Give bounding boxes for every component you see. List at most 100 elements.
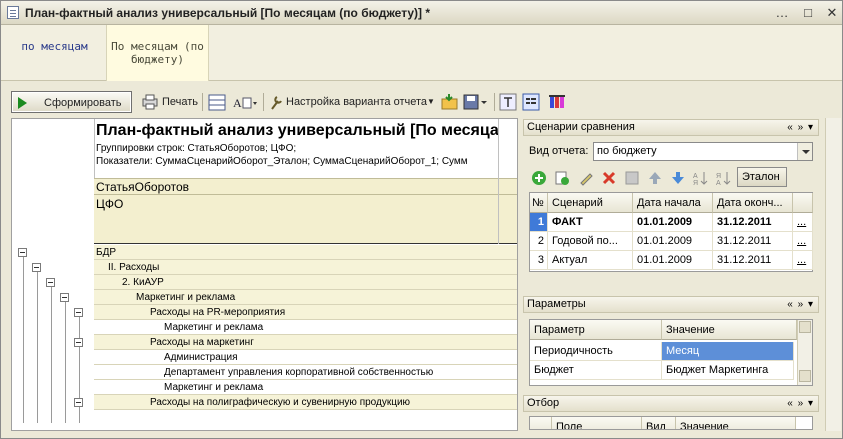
toolbar-separator [263, 93, 264, 111]
collapse-node-icon[interactable] [18, 248, 27, 257]
column-header[interactable]: № [530, 193, 548, 213]
collapse-node-icon[interactable] [74, 308, 83, 317]
param-cell[interactable]: Периодичность [530, 342, 662, 361]
play-icon [18, 97, 27, 109]
delete-icon[interactable] [601, 170, 617, 186]
column-header[interactable]: Поле [552, 417, 642, 429]
start-date-cell[interactable]: 01.01.2009 [633, 232, 713, 251]
table-icon[interactable] [208, 94, 226, 112]
row-number[interactable]: 1 [530, 213, 548, 232]
end-date-cell[interactable]: 31.12.2011 [713, 232, 793, 251]
printer-icon [142, 94, 158, 110]
start-date-cell[interactable]: 01.01.2009 [633, 251, 713, 270]
column-header[interactable]: Значение [662, 320, 797, 340]
maximize-button[interactable]: □ [799, 4, 817, 21]
tree-row[interactable]: БДР [94, 245, 517, 260]
panel-controls[interactable]: « » ▾ [787, 120, 814, 135]
sort-ascending-icon[interactable]: АЯ [693, 170, 709, 186]
column-divider [498, 119, 499, 244]
column-header[interactable]: Вид [642, 417, 676, 429]
column-header[interactable]: Сценарий [548, 193, 633, 213]
collapse-node-icon[interactable] [32, 263, 41, 272]
scroll-down-icon[interactable] [799, 370, 811, 382]
value-cell[interactable]: Бюджет Маркетинга [662, 361, 794, 380]
tree-row[interactable]: Расходы на PR-мероприятия [94, 305, 517, 320]
tree-row[interactable]: 2. КиАУР [94, 275, 517, 290]
parameters-title: Параметры [527, 298, 586, 310]
scenario-cell[interactable]: Актуал [548, 251, 633, 270]
more-button[interactable]: … [773, 4, 791, 21]
chevron-down-icon[interactable] [797, 143, 812, 160]
column-header [530, 417, 552, 429]
save-icon[interactable] [463, 93, 489, 111]
sort-descending-icon[interactable]: ЯА [716, 170, 732, 186]
window-scrollbar[interactable] [825, 118, 841, 431]
print-label: Печать [162, 96, 199, 108]
toolbar-separator [202, 93, 203, 111]
variant-tabs: по месяцам По месяцам (по бюджету) [1, 25, 842, 81]
collapse-node-icon[interactable] [74, 398, 83, 407]
open-folder-icon[interactable] [441, 93, 459, 111]
report-window: План-фактный анализ универсальный [По ме… [0, 0, 843, 439]
value-cell[interactable]: Месяц [662, 342, 794, 361]
column-header [793, 193, 813, 213]
tree-row[interactable]: Расходы на полиграфическую и сувенирную … [94, 395, 517, 410]
wrench-icon [271, 96, 282, 110]
report-title: План-фактный анализ универсальный [По ме… [96, 122, 499, 139]
tree-row[interactable]: II. Расходы [94, 260, 517, 275]
window-title: План-фактный анализ универсальный [По ме… [25, 6, 431, 20]
panel-controls[interactable]: « » ▾ [787, 297, 814, 312]
param-cell[interactable]: Бюджет [530, 361, 662, 380]
tab-by-month[interactable]: по месяцам [7, 25, 102, 81]
scenarios-title: Сценарии сравнения [527, 121, 635, 133]
end-date-cell[interactable]: 31.12.2011 [713, 213, 793, 232]
scenarios-header: Сценарии сравнения « » ▾ [523, 119, 819, 136]
etalon-button[interactable]: Эталон [737, 167, 787, 187]
report-kind-select[interactable]: по бюджету [593, 142, 813, 161]
move-up-icon[interactable] [647, 170, 663, 186]
tree-row[interactable]: Департамент управления корпоративной соб… [94, 365, 517, 380]
collapse-node-icon[interactable] [46, 278, 55, 287]
collapse-node-icon[interactable] [60, 293, 69, 302]
tree-line [51, 283, 52, 423]
scroll-up-icon[interactable] [799, 321, 811, 333]
more-button[interactable]: ... [793, 251, 813, 270]
row-number[interactable]: 3 [530, 251, 548, 270]
tree-row[interactable]: Администрация [94, 350, 517, 365]
end-date-cell[interactable]: 31.12.2011 [713, 251, 793, 270]
tree-row[interactable]: Маркетинг и реклама [94, 380, 517, 395]
column-header[interactable]: Параметр [530, 320, 662, 340]
scrollbar[interactable] [797, 320, 812, 385]
tree-row[interactable]: Расходы на маркетинг [94, 335, 517, 350]
scenario-cell[interactable]: Годовой по... [548, 232, 633, 251]
filter-table: Поле Вид Значение [529, 416, 813, 430]
edit-icon[interactable] [578, 170, 594, 186]
start-date-cell[interactable]: 01.01.2009 [633, 213, 713, 232]
settings-panel-icon[interactable] [522, 93, 540, 111]
row-number[interactable]: 2 [530, 232, 548, 251]
scenario-cell[interactable]: ФАКТ [548, 213, 633, 232]
tab-by-month-budget[interactable]: По месяцам (по бюджету) [106, 25, 209, 81]
bar-chart-icon[interactable] [548, 93, 568, 111]
filter-title: Отбор [527, 397, 560, 409]
copy-icon[interactable] [554, 170, 570, 186]
text-format-icon[interactable]: A [232, 94, 258, 112]
column-header[interactable]: Дата оконч... [713, 193, 793, 213]
column-header[interactable]: Дата начала [633, 193, 713, 213]
tree-line [65, 298, 66, 423]
tree-row[interactable]: Маркетинг и реклама [94, 290, 517, 305]
report-sheet[interactable]: План-фактный анализ универсальный [По ме… [11, 118, 518, 431]
column-header-cfo: ЦФО [94, 194, 517, 213]
more-button[interactable]: ... [793, 213, 813, 232]
tree-row[interactable]: Маркетинг и реклама [94, 320, 517, 335]
header-toggle-icon[interactable] [499, 93, 517, 111]
more-button[interactable]: ... [793, 232, 813, 251]
move-down-icon[interactable] [670, 170, 686, 186]
add-icon[interactable] [531, 170, 547, 186]
panel-controls[interactable]: « » ▾ [787, 396, 814, 411]
generate-button[interactable]: Сформировать [11, 91, 132, 113]
close-button[interactable]: ✕ [823, 4, 841, 21]
collapse-node-icon[interactable] [74, 338, 83, 347]
column-header[interactable]: Значение [676, 417, 796, 429]
tree-line [37, 268, 38, 423]
